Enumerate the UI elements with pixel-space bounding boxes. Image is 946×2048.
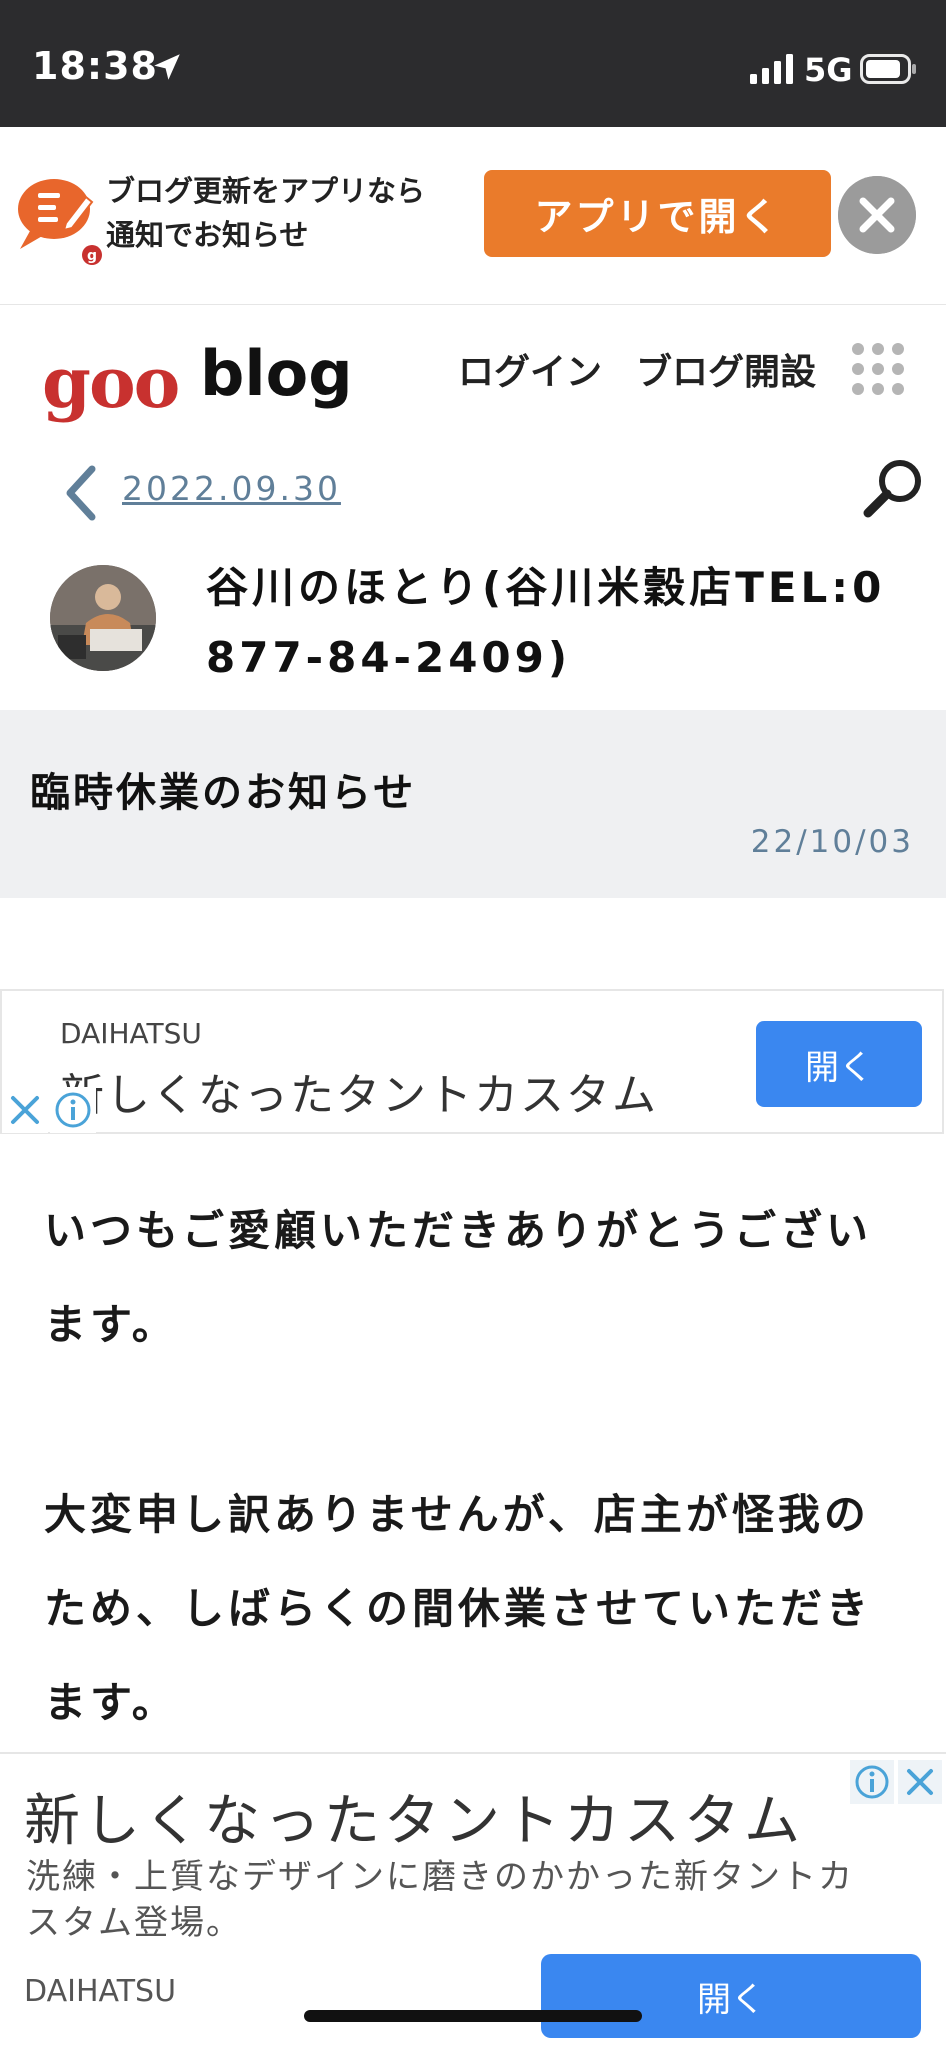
post-paragraph-1: いつもご愛顧いただきありがとうございます。 (44, 1206, 873, 1349)
battery-icon (860, 54, 916, 84)
open-blog-link[interactable]: ブログ開設 (636, 343, 816, 395)
ad-description: 洗練・上質なデザインに磨きのかかった新タントカスタム登場。 (26, 1857, 854, 1943)
app-promo-banner: g ブログ更新をアプリなら 通知でお知らせ アプリで開く (0, 127, 946, 305)
login-link[interactable]: ログイン (458, 343, 602, 395)
post-header: 臨時休業のお知らせ 22/10/03 (0, 710, 946, 898)
post-title: 臨時休業のお知らせ (30, 770, 417, 816)
post-date: 22/10/03 (750, 824, 914, 860)
post-body: いつもご愛顧いただきありがとうございます。 大変申し訳ありませんが、店主が怪我の… (44, 1184, 904, 1750)
open-in-app-button[interactable]: アプリで開く (484, 170, 831, 257)
search-icon[interactable] (860, 455, 926, 521)
home-indicator[interactable] (304, 2010, 642, 2022)
app-banner-text-line1: ブログ更新をアプリなら (106, 174, 426, 208)
blog-title[interactable]: 谷川のほとり(谷川米穀店TEL:0877-84-2409) (206, 553, 906, 693)
grid-menu-icon[interactable] (852, 343, 904, 395)
ad-banner-top[interactable]: DAIHATSU 新しくなったタントカスタム 開く (0, 989, 944, 1134)
ad-close-icon[interactable] (2, 1087, 48, 1133)
blog-logo[interactable]: blog (200, 337, 353, 410)
ad-brand: DAIHATSU (24, 1974, 177, 2009)
ad-brand: DAIHATSU (60, 1017, 202, 1050)
signal-icon (750, 54, 793, 84)
ad-headline[interactable]: 新しくなったタントカスタム (24, 1776, 804, 1857)
ad-open-button[interactable]: 開く (541, 1954, 921, 2038)
avatar[interactable] (50, 565, 156, 671)
site-header: goo blog ログイン ブログ開設 2022.09.30 (0, 305, 946, 547)
archive-date-link[interactable]: 2022.09.30 (122, 469, 341, 508)
close-icon[interactable] (838, 176, 916, 254)
ad-banner-bottom[interactable]: 新しくなったタントカスタム 洗練・上質なデザインに磨きのかかった新タントカスタム… (0, 1752, 946, 2048)
goo-app-logo-icon: g (18, 179, 102, 265)
ad-info-icon[interactable] (850, 1760, 894, 1804)
app-banner-text-line2: 通知でお知らせ (106, 218, 309, 252)
post-paragraph-2: 大変申し訳ありませんが、店主が怪我のため、しばらくの間休業させていただきます。 (44, 1490, 873, 1727)
ad-close-icon[interactable] (898, 1760, 942, 1804)
ad-info-icon[interactable] (50, 1087, 96, 1133)
network-type: 5G (804, 51, 853, 89)
chevron-left-icon[interactable] (60, 463, 100, 523)
app-banner-text: ブログ更新をアプリなら 通知でお知らせ (106, 169, 446, 257)
ad-open-button[interactable]: 開く (756, 1021, 922, 1107)
ad-headline[interactable]: 新しくなったタントカスタム (60, 1059, 658, 1123)
goo-logo[interactable]: goo (42, 341, 180, 424)
location-arrow-icon (154, 54, 180, 80)
status-time: 18:38 (32, 44, 158, 88)
blog-title-row: 谷川のほとり(谷川米穀店TEL:0877-84-2409) (0, 547, 946, 710)
status-bar: 18:38 5G (0, 0, 946, 127)
svg-text:g: g (87, 248, 97, 264)
